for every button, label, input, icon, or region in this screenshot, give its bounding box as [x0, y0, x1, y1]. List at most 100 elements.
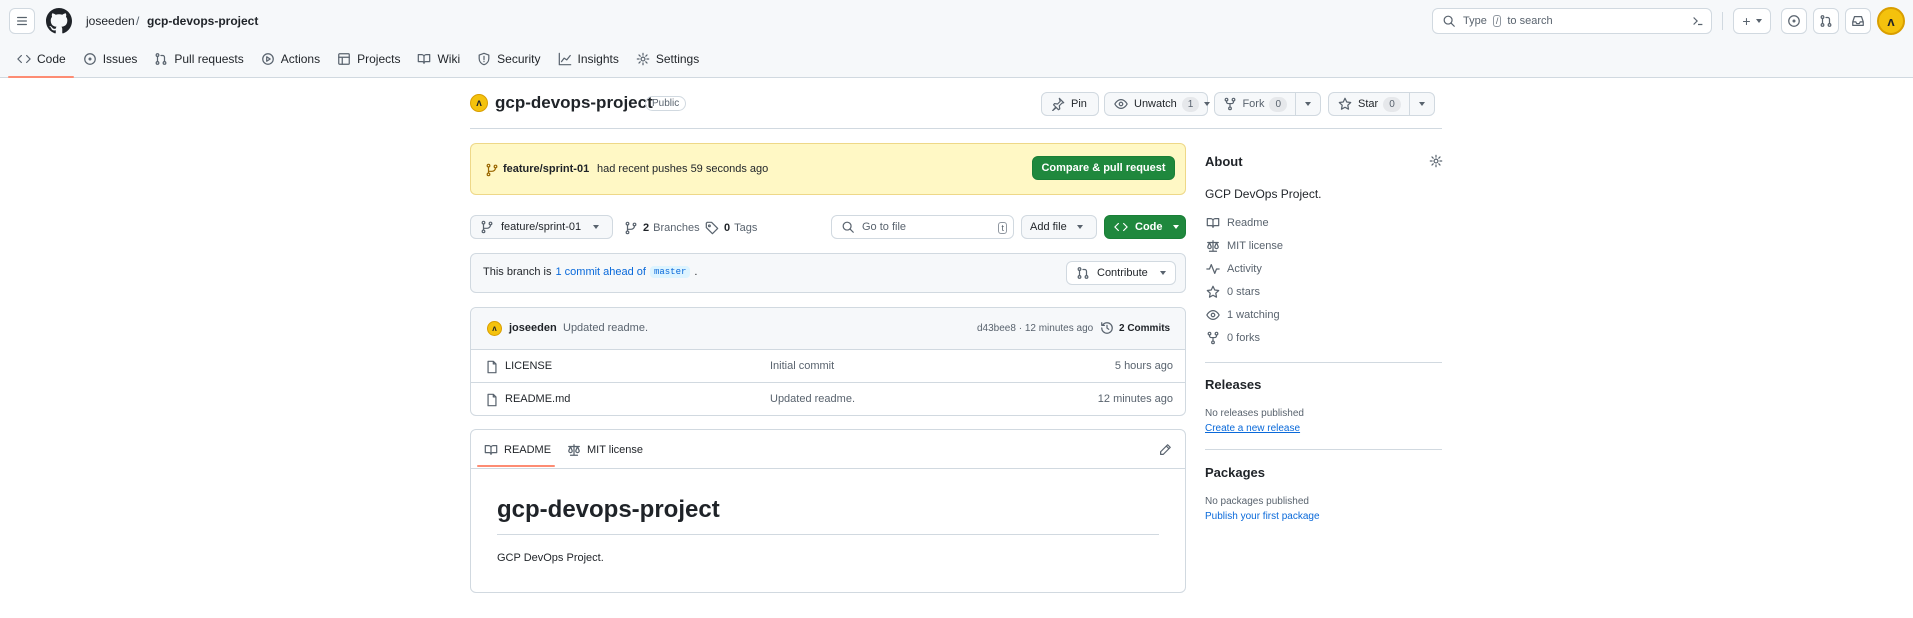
- about-stars-link[interactable]: 0 stars: [1205, 284, 1260, 300]
- star-dropdown[interactable]: [1410, 93, 1434, 115]
- branches-link[interactable]: 2 Branches: [623, 220, 700, 236]
- sidebar-divider: [1205, 449, 1442, 450]
- packages-heading[interactable]: Packages: [1205, 465, 1265, 480]
- pull-requests-button[interactable]: [1813, 8, 1839, 34]
- tab-insights[interactable]: Insights: [549, 47, 627, 71]
- create-new-button[interactable]: +: [1733, 8, 1771, 34]
- eye-icon: [1113, 96, 1129, 112]
- contribute-label: Contribute: [1097, 267, 1148, 279]
- chevron-down-icon: [1755, 19, 1762, 23]
- graph-icon: [557, 51, 573, 67]
- license-tab[interactable]: MIT license: [566, 442, 643, 458]
- tab-pull-requests[interactable]: Pull requests: [145, 47, 251, 71]
- branch-icon: [484, 162, 500, 178]
- chevron-down-icon: [1172, 225, 1179, 229]
- about-heading: About: [1205, 154, 1243, 169]
- ahead-link[interactable]: 1 commit ahead of: [555, 266, 646, 278]
- releases-heading[interactable]: Releases: [1205, 377, 1261, 392]
- repo-title[interactable]: gcp-devops-project: [495, 93, 653, 113]
- tag-icon: [704, 220, 720, 236]
- user-avatar[interactable]: ʌ: [1877, 7, 1905, 35]
- pull-request-icon: [1818, 13, 1834, 29]
- commit-message[interactable]: Updated readme.: [563, 322, 648, 334]
- latest-commit-bar: ʌ joseeden Updated readme. d43bee8 · 12 …: [471, 308, 1185, 349]
- tags-link[interactable]: 0 Tags: [704, 220, 757, 236]
- about-readme-link[interactable]: Readme: [1205, 215, 1269, 231]
- edit-pencil-icon[interactable]: [1157, 442, 1173, 458]
- history-icon: [1099, 320, 1115, 336]
- branches-count: 2: [643, 222, 650, 234]
- tab-label: Pull requests: [174, 52, 244, 66]
- inbox-button[interactable]: [1845, 8, 1871, 34]
- command-palette-icon[interactable]: [1691, 14, 1705, 28]
- publish-package-link[interactable]: Publish your first package: [1205, 511, 1320, 522]
- tab-issues[interactable]: Issues: [74, 47, 146, 71]
- add-file-button[interactable]: Add file: [1021, 215, 1097, 239]
- readme-title-divider: [497, 534, 1159, 535]
- eye-icon: [1205, 307, 1221, 323]
- about-license-link[interactable]: MIT license: [1205, 238, 1283, 254]
- fork-dropdown[interactable]: [1296, 93, 1320, 115]
- shield-icon: [476, 51, 492, 67]
- fork-label: Fork: [1242, 98, 1265, 110]
- about-forks-link[interactable]: 0 forks: [1205, 330, 1260, 346]
- issues-button[interactable]: [1781, 8, 1807, 34]
- tab-wiki[interactable]: Wiki: [408, 47, 468, 71]
- file-commit-message[interactable]: Updated readme.: [770, 393, 855, 405]
- ahead-prefix: This branch is: [483, 266, 552, 278]
- tab-settings[interactable]: Settings: [627, 47, 707, 71]
- commit-author[interactable]: joseeden: [509, 322, 557, 334]
- tab-projects[interactable]: Projects: [328, 47, 408, 71]
- tab-label: Insights: [577, 52, 619, 66]
- tab-code[interactable]: Code: [8, 47, 74, 78]
- file-commit-message[interactable]: Initial commit: [770, 360, 834, 372]
- about-watching-link[interactable]: 1 watching: [1205, 307, 1280, 323]
- fork-count: 0: [1269, 96, 1287, 112]
- unwatch-button[interactable]: Unwatch 1: [1104, 92, 1211, 116]
- menu-button[interactable]: [9, 8, 35, 34]
- compare-label: Compare & pull request: [1041, 162, 1166, 174]
- tab-label: Issues: [102, 52, 138, 66]
- create-release-link[interactable]: Create a new release: [1205, 423, 1300, 434]
- branch-ahead-box: This branch is 1 commit ahead of master …: [470, 253, 1186, 293]
- table-row[interactable]: LICENSE Initial commit 5 hours ago: [471, 349, 1185, 382]
- table-row[interactable]: README.md Updated readme. 12 minutes ago: [471, 382, 1185, 415]
- go-to-file-input[interactable]: Go to file t: [831, 215, 1014, 239]
- gear-icon[interactable]: [1428, 153, 1444, 169]
- star-button[interactable]: Star 0: [1328, 92, 1435, 116]
- readme-tab[interactable]: README: [483, 442, 551, 458]
- banner-branch[interactable]: feature/sprint-01: [503, 163, 589, 175]
- branch-selector-label: feature/sprint-01: [501, 221, 582, 233]
- readme-body: GCP DevOps Project.: [497, 552, 604, 564]
- pulse-icon: [1205, 261, 1221, 277]
- breadcrumb-repo[interactable]: gcp-devops-project: [147, 14, 258, 28]
- search-shortcut: /: [1492, 15, 1502, 27]
- pin-button[interactable]: Pin: [1041, 92, 1099, 116]
- contribute-button[interactable]: Contribute: [1066, 261, 1176, 285]
- chevron-down-icon: [1305, 102, 1311, 106]
- about-activity-link[interactable]: Activity: [1205, 261, 1262, 277]
- compare-pull-request-button[interactable]: Compare & pull request: [1032, 156, 1175, 180]
- breadcrumb-separator: /: [136, 14, 140, 28]
- readme-title: gcp-devops-project: [497, 496, 720, 523]
- tab-actions[interactable]: Actions: [252, 47, 328, 71]
- github-logo-icon[interactable]: [46, 8, 72, 34]
- branch-selector[interactable]: feature/sprint-01: [470, 215, 613, 239]
- search-input[interactable]: Type / to search: [1432, 8, 1712, 34]
- pull-request-icon: [1075, 265, 1091, 281]
- code-button[interactable]: Code: [1104, 215, 1186, 239]
- owner-avatar[interactable]: ʌ: [470, 94, 488, 112]
- breadcrumb-owner[interactable]: joseeden: [86, 14, 135, 28]
- commit-hash-time[interactable]: d43bee8 · 12 minutes ago: [977, 323, 1093, 334]
- about-description: GCP DevOps Project.: [1205, 187, 1322, 201]
- commit-author-avatar[interactable]: ʌ: [487, 321, 502, 336]
- fork-button[interactable]: Fork 0: [1214, 92, 1321, 116]
- hamburger-icon: [14, 13, 30, 29]
- tab-security[interactable]: Security: [468, 47, 548, 71]
- commits-link[interactable]: 2 Commits: [1099, 320, 1170, 336]
- file-table: ʌ joseeden Updated readme. d43bee8 · 12 …: [470, 307, 1186, 416]
- file-name[interactable]: README.md: [505, 393, 570, 405]
- base-branch-label[interactable]: master: [649, 266, 691, 278]
- file-name[interactable]: LICENSE: [505, 360, 552, 372]
- ahead-suffix: .: [694, 266, 698, 278]
